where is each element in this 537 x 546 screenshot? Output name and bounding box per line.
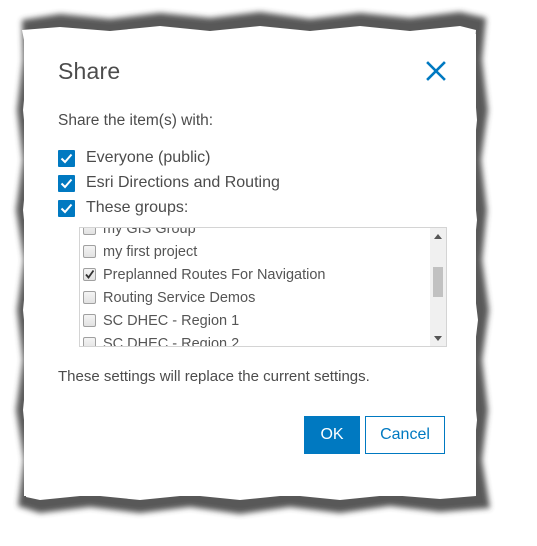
group-label: Routing Service Demos: [103, 289, 256, 306]
share-with-label: Share the item(s) with:: [58, 112, 214, 129]
group-label: my GIS Group: [103, 227, 196, 237]
groups-list[interactable]: my GIS Group my first project Preplanned…: [79, 227, 447, 347]
close-button[interactable]: [424, 59, 448, 83]
group-item[interactable]: SC DHEC - Region 1: [80, 309, 430, 332]
checkmark-icon: [85, 269, 95, 279]
ok-button[interactable]: OK: [304, 416, 360, 454]
group-checkbox[interactable]: [83, 228, 96, 235]
group-checkbox-checked[interactable]: [83, 268, 96, 281]
arrow-up-icon: [434, 233, 442, 239]
group-label: my first project: [103, 243, 198, 260]
checkbox-esri-directions[interactable]: [58, 174, 75, 192]
replace-settings-note: These settings will replace the current …: [58, 368, 370, 385]
groups-scrollbar[interactable]: [430, 228, 446, 346]
checkbox-these-groups[interactable]: [58, 199, 75, 217]
group-label: SC DHEC - Region 2: [103, 335, 240, 347]
checkmark-icon: [60, 153, 73, 163]
group-item[interactable]: my GIS Group: [80, 227, 430, 240]
checkmark-icon: [60, 203, 73, 213]
group-item[interactable]: my first project: [80, 240, 430, 263]
scroll-up-button[interactable]: [430, 228, 446, 244]
group-checkbox[interactable]: [83, 314, 96, 327]
group-checkbox[interactable]: [83, 291, 96, 304]
group-checkbox[interactable]: [83, 337, 96, 346]
option-label: These groups:: [86, 199, 189, 216]
option-everyone[interactable]: Everyone (public): [58, 148, 211, 168]
group-checkbox[interactable]: [83, 245, 96, 258]
share-dialog: Share Share the item(s) with: Everyone (…: [24, 34, 476, 496]
group-label: SC DHEC - Region 1: [103, 312, 240, 329]
groups-list-items: my GIS Group my first project Preplanned…: [80, 227, 430, 347]
arrow-down-icon: [434, 335, 442, 341]
group-item[interactable]: SC DHEC - Region 2: [80, 332, 430, 347]
option-esri-directions[interactable]: Esri Directions and Routing: [58, 173, 280, 193]
option-label: Esri Directions and Routing: [86, 174, 280, 191]
group-item[interactable]: Preplanned Routes For Navigation: [80, 263, 430, 286]
checkbox-everyone[interactable]: [58, 149, 75, 167]
scroll-thumb[interactable]: [433, 267, 443, 297]
checkmark-icon: [60, 178, 73, 188]
close-icon: [426, 61, 446, 81]
option-these-groups[interactable]: These groups:: [58, 198, 188, 218]
cancel-button[interactable]: Cancel: [365, 416, 445, 454]
dialog-title: Share: [58, 58, 121, 84]
scroll-down-button[interactable]: [430, 330, 446, 346]
option-label: Everyone (public): [86, 149, 211, 166]
group-item[interactable]: Routing Service Demos: [80, 286, 430, 309]
group-label: Preplanned Routes For Navigation: [103, 266, 326, 283]
